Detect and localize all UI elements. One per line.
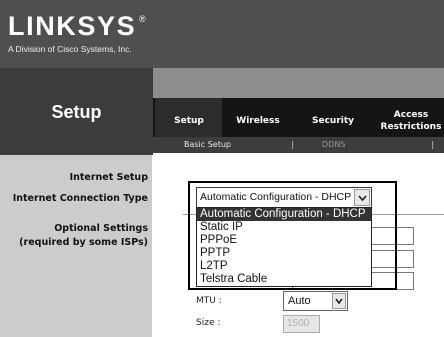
dropdown-option-dhcp[interactable]: Automatic Configuration - DHCP [197, 208, 371, 221]
connection-type-label: Internet Connection Type [12, 193, 148, 204]
logo-brand-text: LINKSYS [8, 11, 137, 41]
tab-setup[interactable]: Setup [160, 116, 218, 127]
subtab-separator: | [291, 140, 294, 149]
logo-tagline: A Division of Cisco Systems, Inc. [8, 44, 132, 54]
dropdown-option-l2tp[interactable]: L2TP [197, 260, 371, 273]
chevron-down-icon[interactable] [354, 189, 370, 206]
mtu-select-value: Auto [288, 295, 311, 307]
dropdown-option-static-ip[interactable]: Static IP [197, 221, 371, 234]
registered-mark: ® [139, 14, 146, 24]
mtu-select[interactable]: Auto [283, 291, 348, 311]
connection-type-selected-value: Automatic Configuration - DHCP [200, 191, 352, 203]
optional-settings-label: Optional Settings [54, 223, 148, 234]
dropdown-option-telstra-cable[interactable]: Telstra Cable [197, 273, 371, 286]
tab-access-restrictions[interactable]: Access Restrictions [378, 109, 444, 133]
chevron-down-icon[interactable] [332, 293, 346, 309]
subtab-basic-setup[interactable]: Basic Setup [184, 139, 231, 150]
dropdown-option-pptp[interactable]: PPTP [197, 247, 371, 260]
linksys-logo: LINKSYS ® A Division of Cisco Systems, I… [8, 11, 153, 61]
connection-type-select[interactable]: Automatic Configuration - DHCP [196, 187, 372, 208]
section-title-internet-setup: Internet Setup [69, 172, 148, 183]
nav-top-band [153, 68, 444, 98]
dropdown-option-pppoe[interactable]: PPPoE [197, 234, 371, 247]
subtab-separator: | [431, 140, 434, 149]
mtu-label: MTU : [196, 296, 222, 306]
optional-settings-note: (required by some ISPs) [19, 237, 148, 248]
tab-security[interactable]: Security [301, 116, 365, 127]
size-input: 1500 [283, 315, 320, 333]
connection-type-dropdown-list: Automatic Configuration - DHCP Static IP… [196, 207, 372, 287]
subtab-ddns[interactable]: DDNS [322, 139, 345, 150]
page-title: Setup [51, 102, 102, 122]
size-label: Size : [196, 318, 221, 328]
size-input-value: 1500 [287, 318, 310, 329]
tab-wireless[interactable]: Wireless [226, 116, 290, 127]
